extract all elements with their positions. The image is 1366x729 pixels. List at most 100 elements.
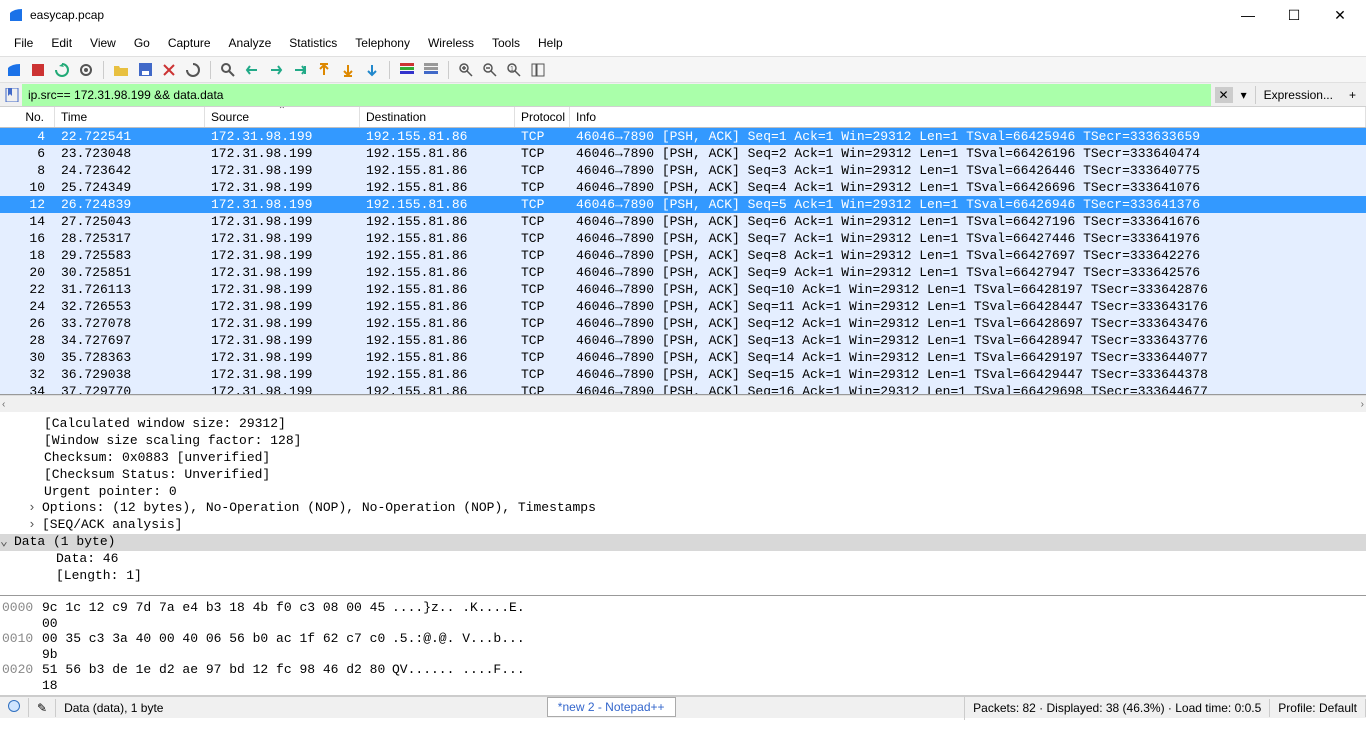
toolbar-separator <box>103 61 104 79</box>
column-header-destination[interactable]: Destination <box>360 107 515 127</box>
toolbar-separator <box>210 61 211 79</box>
packet-row[interactable]: 1226.724839172.31.98.199192.155.81.86TCP… <box>0 196 1366 213</box>
packet-row[interactable]: 2030.725851172.31.98.199192.155.81.86TCP… <box>0 264 1366 281</box>
toolbar-zoom-reset-icon[interactable]: 1 <box>504 60 524 80</box>
filter-expression-button[interactable]: Expression... <box>1255 86 1341 104</box>
menu-capture[interactable]: Capture <box>160 34 219 52</box>
packet-row[interactable]: 1025.724349172.31.98.199192.155.81.86TCP… <box>0 179 1366 196</box>
toolbar-prev-icon[interactable] <box>242 60 262 80</box>
column-header-source[interactable]: Source <box>205 107 360 127</box>
tree-row[interactable]: [Window size scaling factor: 128] <box>20 433 1366 450</box>
filter-add-button[interactable]: + <box>1343 86 1362 104</box>
packet-row[interactable]: 3437.729770172.31.98.199192.155.81.86TCP… <box>0 383 1366 395</box>
toolbar-save-icon[interactable] <box>135 60 155 80</box>
statusbar: ✎ Data (data), 1 byte *new 2 - Notepad++… <box>0 696 1366 718</box>
tree-row[interactable]: Data (1 byte) <box>0 534 1366 551</box>
packet-hex-pane[interactable]: 00009c 1c 12 c9 7d 7a e4 b3 18 4b f0 c3 … <box>0 596 1366 696</box>
toolbar-options-icon[interactable] <box>76 60 96 80</box>
tree-row[interactable]: [Checksum Status: Unverified] <box>20 467 1366 484</box>
menu-wireless[interactable]: Wireless <box>420 34 482 52</box>
packet-row[interactable]: 2231.726113172.31.98.199192.155.81.86TCP… <box>0 281 1366 298</box>
packet-row[interactable]: 422.722541172.31.98.199192.155.81.86TCP4… <box>0 128 1366 145</box>
main-toolbar: 1 <box>0 57 1366 83</box>
filter-clear-button[interactable]: ✕ <box>1215 87 1233 103</box>
window-controls: — ☐ ✕ <box>1234 7 1354 24</box>
packet-row[interactable]: 623.723048172.31.98.199192.155.81.86TCP4… <box>0 145 1366 162</box>
column-header-no[interactable]: No. <box>0 107 55 127</box>
toolbar-separator <box>389 61 390 79</box>
menu-view[interactable]: View <box>82 34 124 52</box>
minimize-button[interactable]: — <box>1234 7 1262 24</box>
packet-row[interactable]: 2834.727697172.31.98.199192.155.81.86TCP… <box>0 332 1366 349</box>
taskbar-tab-notepadpp[interactable]: *new 2 - Notepad++ <box>547 697 676 717</box>
packet-row[interactable]: 824.723642172.31.98.199192.155.81.86TCP4… <box>0 162 1366 179</box>
status-packet-counts: Packets: 82 · Displayed: 38 (46.3%) · Lo… <box>965 699 1270 717</box>
maximize-button[interactable]: ☐ <box>1280 7 1308 24</box>
menu-help[interactable]: Help <box>530 34 571 52</box>
menu-edit[interactable]: Edit <box>43 34 80 52</box>
tree-row[interactable]: [Length: 1] <box>20 568 1366 585</box>
packet-row[interactable]: 2432.726553172.31.98.199192.155.81.86TCP… <box>0 298 1366 315</box>
hex-line[interactable]: 001000 35 c3 3a 40 00 40 06 56 b0 ac 1f … <box>2 631 1364 662</box>
toolbar-next-icon[interactable] <box>266 60 286 80</box>
scroll-right-icon: › <box>1361 399 1364 410</box>
toolbar-zoom-in-icon[interactable] <box>456 60 476 80</box>
toolbar-open-icon[interactable] <box>111 60 131 80</box>
toolbar-restart-capture-icon[interactable] <box>52 60 72 80</box>
tree-row[interactable]: [Calculated window size: 29312] <box>20 416 1366 433</box>
packet-row[interactable]: 1829.725583172.31.98.199192.155.81.86TCP… <box>0 247 1366 264</box>
packet-row[interactable]: 2633.727078172.31.98.199192.155.81.86TCP… <box>0 315 1366 332</box>
menu-go[interactable]: Go <box>126 34 158 52</box>
menu-telephony[interactable]: Telephony <box>347 34 418 52</box>
packet-row[interactable]: 1427.725043172.31.98.199192.155.81.86TCP… <box>0 213 1366 230</box>
toolbar-last-icon[interactable] <box>338 60 358 80</box>
toolbar-zoom-out-icon[interactable] <box>480 60 500 80</box>
packet-row[interactable]: 3035.728363172.31.98.199192.155.81.86TCP… <box>0 349 1366 366</box>
column-header-protocol[interactable]: Protocol <box>515 107 570 127</box>
menu-analyze[interactable]: Analyze <box>221 34 280 52</box>
hex-line[interactable]: 00009c 1c 12 c9 7d 7a e4 b3 18 4b f0 c3 … <box>2 600 1364 631</box>
toolbar-colorize-icon[interactable] <box>397 60 417 80</box>
column-header-info[interactable]: Info <box>570 107 1366 127</box>
menu-tools[interactable]: Tools <box>484 34 528 52</box>
tree-row[interactable]: Urgent pointer: 0 <box>20 484 1366 501</box>
toolbar-jump-icon[interactable] <box>290 60 310 80</box>
filter-dropdown-icon[interactable]: ▾ <box>1235 86 1253 104</box>
toolbar-start-capture-icon[interactable] <box>4 60 24 80</box>
filter-controls: ✕ ▾ Expression... + <box>1211 86 1366 104</box>
toolbar-autoscroll2-icon[interactable] <box>421 60 441 80</box>
packet-list-hscrollbar[interactable]: ‹› <box>0 395 1366 412</box>
toolbar-resize-columns-icon[interactable] <box>528 60 548 80</box>
tree-row[interactable]: Checksum: 0x0883 [unverified] <box>20 450 1366 467</box>
toolbar-find-icon[interactable] <box>218 60 238 80</box>
packet-list-pane[interactable]: No. Time Source Destination Protocol Inf… <box>0 107 1366 395</box>
bookmark-filter-icon[interactable] <box>2 85 22 105</box>
wireshark-fin-icon <box>8 7 24 23</box>
status-capture-filter-icon[interactable]: ✎ <box>29 699 56 717</box>
status-expert-icon[interactable] <box>0 698 29 717</box>
tree-row[interactable]: Options: (12 bytes), No-Operation (NOP),… <box>20 500 1366 517</box>
packet-list-header: No. Time Source Destination Protocol Inf… <box>0 107 1366 128</box>
toolbar-stop-capture-icon[interactable] <box>28 60 48 80</box>
menu-file[interactable]: File <box>6 34 41 52</box>
svg-text:1: 1 <box>510 66 514 73</box>
toolbar-reload-icon[interactable] <box>183 60 203 80</box>
status-profile[interactable]: Profile: Default <box>1270 699 1366 717</box>
tree-row[interactable]: Data: 46 <box>20 551 1366 568</box>
packet-details-pane[interactable]: [Calculated window size: 29312][Window s… <box>0 412 1366 596</box>
toolbar-autoscroll-icon[interactable] <box>362 60 382 80</box>
toolbar-close-icon[interactable] <box>159 60 179 80</box>
close-button[interactable]: ✕ <box>1326 7 1354 24</box>
menu-statistics[interactable]: Statistics <box>281 34 345 52</box>
status-field-info: Data (data), 1 byte *new 2 - Notepad++ <box>56 696 965 720</box>
toolbar-first-icon[interactable] <box>314 60 334 80</box>
filter-bar: ✕ ▾ Expression... + <box>0 83 1366 107</box>
titlebar: easycap.pcap — ☐ ✕ <box>0 0 1366 30</box>
column-header-time[interactable]: Time <box>55 107 205 127</box>
packet-row[interactable]: 3236.729038172.31.98.199192.155.81.86TCP… <box>0 366 1366 383</box>
tree-row[interactable]: [SEQ/ACK analysis] <box>20 517 1366 534</box>
hex-line[interactable]: 002051 56 b3 de 1e d2 ae 97 bd 12 fc 98 … <box>2 662 1364 693</box>
scroll-left-icon: ‹ <box>2 399 5 410</box>
packet-row[interactable]: 1628.725317172.31.98.199192.155.81.86TCP… <box>0 230 1366 247</box>
display-filter-input[interactable] <box>22 84 1211 106</box>
